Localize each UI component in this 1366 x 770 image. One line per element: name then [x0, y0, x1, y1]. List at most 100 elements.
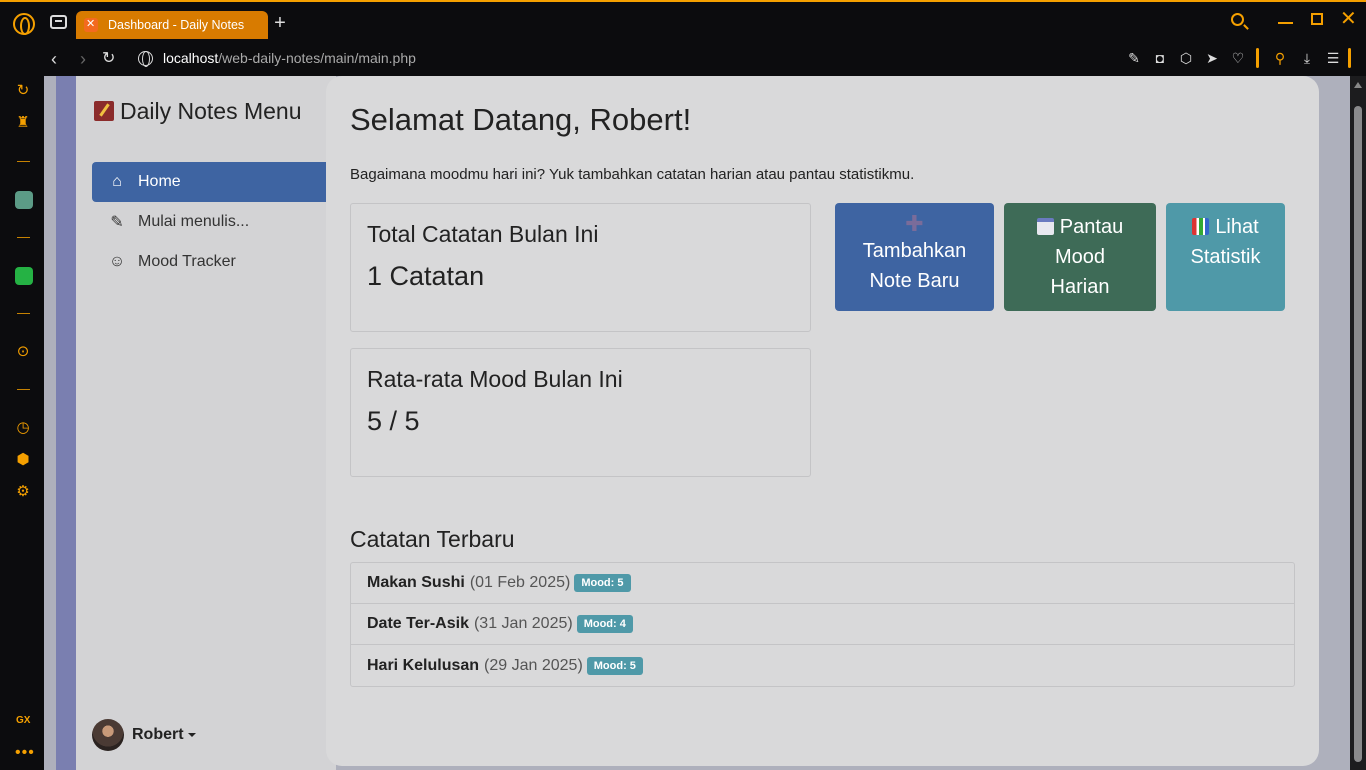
mood-badge: Mood: 5 [574, 574, 631, 592]
download-icon[interactable]: ⤓ [1299, 50, 1315, 66]
notebook-icon [94, 101, 114, 121]
close-icon[interactable]: ✕ [1340, 6, 1357, 31]
back-icon[interactable]: ‹ [51, 48, 57, 70]
button-label-line: Lihat [1166, 212, 1285, 242]
page-title: Selamat Datang, Robert! [350, 102, 692, 137]
page-accent-bar [56, 76, 76, 770]
statistics-button[interactable]: Lihat Statistik [1166, 203, 1285, 311]
scroll-up-icon[interactable] [1354, 82, 1362, 88]
tab-dashboard[interactable]: Dashboard - Daily Notes [76, 11, 268, 39]
search-icon[interactable] [1231, 13, 1244, 26]
note-title: Date Ter-Asik [367, 615, 469, 632]
add-note-button[interactable]: ✚ Tambahkan Note Baru [835, 203, 994, 311]
caret-down-icon [187, 733, 196, 737]
xampp-favicon-icon [84, 17, 98, 32]
note-title: Hari Kelulusan [367, 656, 480, 674]
tab-switcher-icon[interactable] [50, 15, 67, 29]
page-subtitle: Bagaimana moodmu hari ini? Yuk tambahkan… [350, 166, 915, 183]
recent-notes-list: Makan Sushi (01 Feb 2025) Mood: 5 Date T… [350, 562, 1295, 687]
button-label-line: Tambahkan [862, 240, 967, 262]
heart-icon[interactable]: ♡ [1230, 50, 1246, 66]
chatgpt-icon[interactable] [15, 191, 33, 209]
plus-icon: ✚ [905, 211, 924, 236]
page-scrollbar[interactable] [1350, 76, 1366, 770]
gx-label: GX [16, 715, 31, 726]
whatsapp-icon[interactable] [15, 267, 33, 285]
profile-icon[interactable]: ⚲ [1272, 50, 1288, 66]
sidebar-item-write[interactable]: ✎ Mulai menulis... [92, 202, 336, 242]
card-value: 5 / 5 [367, 406, 420, 436]
sidebar-item-home[interactable]: ⌂ Home [92, 162, 336, 202]
recent-notes-title: Catatan Terbaru [350, 526, 515, 552]
tab-bar: Dashboard - Daily Notes + ✕ [0, 2, 1366, 44]
opera-gx-logo-icon[interactable] [13, 13, 35, 35]
smiley-icon: ☺ [108, 253, 126, 270]
button-label-line: Harian [1050, 276, 1110, 298]
home-icon: ⌂ [112, 173, 122, 190]
stat-card-total-notes: Total Catatan Bulan Ini 1 Catatan [350, 203, 811, 332]
list-item[interactable]: Date Ter-Asik (31 Jan 2025) Mood: 4 [351, 604, 1294, 645]
menu-icon[interactable]: ☰ [1325, 50, 1341, 66]
stat-card-avg-mood: Rata-rata Mood Bulan Ini 5 / 5 [350, 348, 811, 477]
minimize-icon[interactable] [1278, 22, 1293, 24]
list-item[interactable]: Makan Sushi (01 Feb 2025) Mood: 5 [351, 563, 1294, 604]
forward-icon[interactable]: › [80, 48, 86, 70]
sidebar-item-label: Home [138, 173, 181, 190]
brand-text: Daily Notes Menu [120, 98, 302, 124]
separator [17, 389, 30, 390]
note-title: Makan Sushi [367, 574, 465, 591]
shield-icon[interactable]: ⬡ [1178, 50, 1194, 66]
url-path: /web-daily-notes/main/main.php [218, 50, 416, 66]
chart-icon [1192, 218, 1210, 235]
globe-icon [138, 51, 153, 67]
speed-dial-icon[interactable]: ↻ [14, 82, 32, 100]
edit-icon[interactable]: ✎ [1126, 50, 1142, 66]
history-icon[interactable]: ◷ [14, 419, 32, 437]
mood-badge: Mood: 4 [576, 615, 633, 633]
divider [1348, 48, 1351, 68]
button-label-line: Note Baru [869, 270, 960, 292]
main-panel: Selamat Datang, Robert! Bagaimana moodmu… [326, 76, 1319, 766]
settings-gear-icon[interactable]: ⚙ [14, 483, 32, 501]
separator [17, 237, 30, 238]
note-date: (29 Jan 2025) [484, 656, 583, 674]
button-label-line: Statistik [1190, 246, 1261, 268]
player-icon[interactable]: ⊙ [14, 343, 32, 361]
button-label-line: Mood [1054, 246, 1106, 268]
mood-badge: Mood: 5 [586, 656, 643, 675]
brand-title: Daily Notes Menu [94, 98, 302, 125]
divider [1256, 48, 1259, 68]
url-field[interactable]: localhost/web-daily-notes/main/main.php [163, 50, 416, 66]
browser-window: Dashboard - Daily Notes + ✕ ‹ › ↻ localh… [0, 0, 1366, 770]
card-value: 1 Catatan [367, 261, 485, 291]
camera-icon[interactable]: ◘ [1152, 50, 1168, 66]
avatar [92, 719, 124, 751]
card-title: Total Catatan Bulan Ini [367, 221, 599, 247]
sidebar-item-label: Mulai menulis... [138, 213, 250, 230]
reload-icon[interactable]: ↻ [102, 48, 115, 70]
note-date: (01 Feb 2025) [469, 574, 571, 591]
pencil-icon: ✎ [110, 214, 124, 231]
list-item[interactable]: Hari Kelulusan (29 Jan 2025) Mood: 5 [351, 645, 1294, 686]
maximize-icon[interactable] [1311, 13, 1323, 25]
tab-title: Dashboard - Daily Notes [108, 18, 245, 32]
send-icon[interactable]: ➤ [1204, 50, 1220, 66]
user-name: Robert [132, 726, 184, 743]
calendar-icon [1036, 218, 1054, 235]
card-title: Rata-rata Mood Bulan Ini [367, 366, 623, 392]
mood-tracker-button[interactable]: Pantau Mood Harian [1004, 203, 1156, 311]
sidebar-item-label: Mood Tracker [138, 253, 236, 270]
gx-control-icon[interactable]: ♜ [14, 114, 32, 132]
page-viewport: Daily Notes Menu ⌂ Home ✎ Mulai menulis.… [44, 76, 1350, 770]
extensions-icon[interactable]: ⬢ [14, 451, 32, 469]
url-host: localhost [163, 50, 219, 66]
more-icon[interactable]: ••• [15, 744, 35, 762]
address-bar: ‹ › ↻ localhost/web-daily-notes/main/mai… [44, 44, 1366, 76]
new-tab-icon[interactable]: + [271, 13, 289, 33]
scroll-thumb[interactable] [1354, 106, 1362, 762]
separator [17, 313, 30, 314]
user-dropdown[interactable]: Robert [92, 719, 196, 751]
gx-sidebar: ↻ ♜ ⊙ ◷ ⬢ ⚙ GX ••• [0, 44, 44, 770]
separator [17, 161, 30, 162]
sidebar-item-mood-tracker[interactable]: ☺ Mood Tracker [92, 242, 336, 282]
